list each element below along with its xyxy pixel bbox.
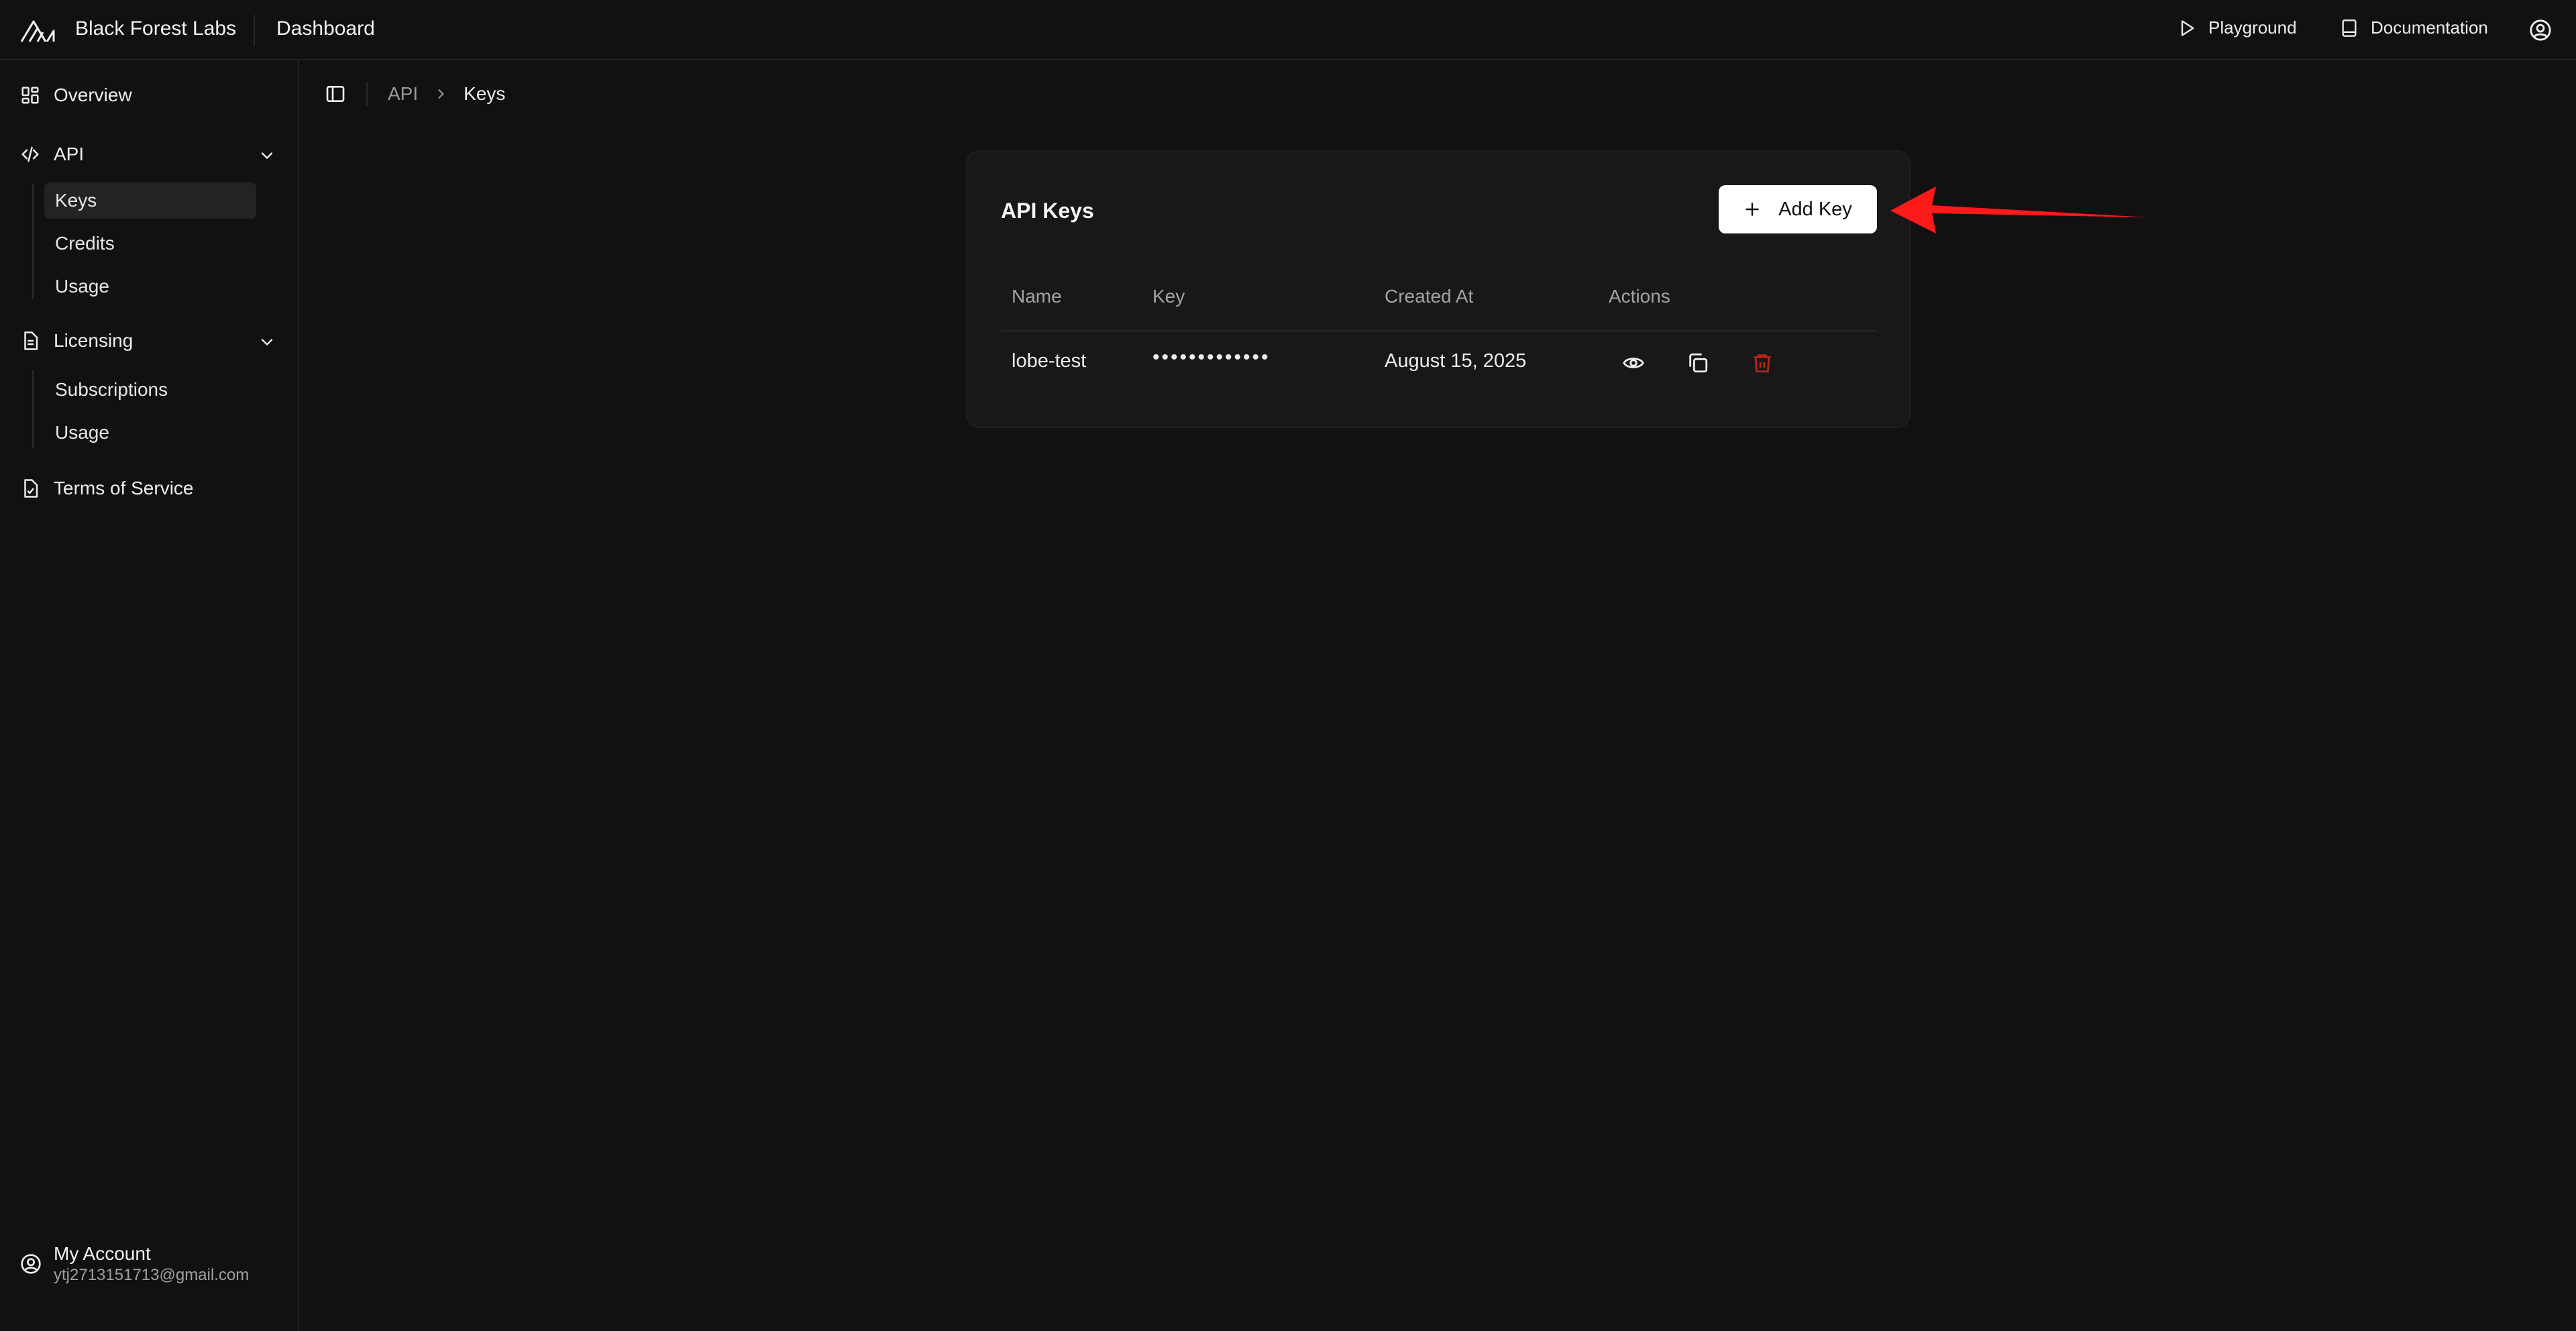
sidebar-item-api-usage[interactable]: Usage <box>44 268 256 305</box>
sidebar-item-label: Overview <box>54 85 132 105</box>
column-header-created: Created At <box>1385 286 1474 307</box>
key-value-cell: ••••••••••••• <box>1152 346 1271 368</box>
sidebar-item-terms[interactable]: Terms of Service <box>20 478 194 499</box>
grid-icon <box>21 87 39 104</box>
document-check-icon <box>24 479 38 498</box>
sidebar: Overview API Keys Credits Usage Licensin… <box>0 60 299 1331</box>
chevron-down-icon[interactable] <box>258 146 276 165</box>
add-key-label: Add Key <box>1778 198 1852 220</box>
add-key-button[interactable]: Add Key <box>1719 185 1877 233</box>
api-keys-card: API Keys Add Key Name Key Created At Act… <box>966 150 1911 428</box>
plus-icon <box>1746 203 1760 216</box>
sidebar-item-subscriptions[interactable]: Subscriptions <box>44 372 256 408</box>
sidebar-toggle-icon[interactable] <box>325 83 346 105</box>
annotation-arrow <box>1890 187 2149 233</box>
logo-icon[interactable] <box>20 17 55 43</box>
dashboard-title[interactable]: Dashboard <box>276 17 375 40</box>
card-title: API Keys <box>1001 199 1094 223</box>
submenu-line <box>32 184 34 299</box>
documentation-link[interactable]: Documentation <box>2340 17 2488 38</box>
breadcrumb-keys: Keys <box>464 83 506 104</box>
play-icon <box>2181 19 2194 36</box>
playground-link[interactable]: Playground <box>2178 17 2297 38</box>
sidebar-item-label: Terms of Service <box>54 478 194 498</box>
top-bar: Black Forest Labs Dashboard Playground D… <box>0 0 2576 60</box>
column-header-actions: Actions <box>1609 286 1670 307</box>
breadcrumb-divider <box>366 82 368 106</box>
account-menu[interactable]: My Account ytj2713151713@gmail.com <box>20 1242 249 1285</box>
sidebar-item-label: Licensing <box>54 330 133 351</box>
code-icon <box>21 146 40 162</box>
chevron-right-icon <box>438 89 444 99</box>
sidebar-item-api[interactable]: API <box>20 144 84 165</box>
sidebar-item-licensing[interactable]: Licensing <box>20 330 133 352</box>
account-name: My Account <box>54 1243 151 1264</box>
documentation-label: Documentation <box>2371 17 2488 38</box>
column-header-name: Name <box>1012 286 1062 307</box>
table-divider <box>1001 330 1877 331</box>
sidebar-item-label: API <box>54 144 85 164</box>
chevron-down-icon[interactable] <box>258 333 276 352</box>
eye-icon[interactable] <box>1622 352 1645 374</box>
submenu-line <box>32 370 34 448</box>
breadcrumb-api[interactable]: API <box>388 83 418 105</box>
key-created-cell: August 15, 2025 <box>1385 350 1527 372</box>
key-name-cell: lobe-test <box>1012 350 1087 372</box>
book-icon <box>2342 19 2357 37</box>
sidebar-item-credits[interactable]: Credits <box>44 225 256 262</box>
sidebar-item-overview[interactable]: Overview <box>20 85 132 106</box>
document-icon <box>24 331 38 350</box>
user-circle-icon[interactable] <box>2529 19 2552 42</box>
account-email: ytj2713151713@gmail.com <box>54 1266 250 1284</box>
brand-divider <box>254 15 255 46</box>
playground-label: Playground <box>2208 17 2297 38</box>
column-header-key: Key <box>1152 286 1185 307</box>
breadcrumb: API Keys <box>325 82 505 106</box>
brand-name[interactable]: Black Forest Labs <box>75 17 236 40</box>
sidebar-item-licensing-usage[interactable]: Usage <box>44 415 256 451</box>
sidebar-item-keys[interactable]: Keys <box>44 182 256 219</box>
trash-icon[interactable] <box>1751 352 1774 374</box>
user-circle-icon <box>21 1254 41 1274</box>
copy-icon[interactable] <box>1686 352 1709 374</box>
